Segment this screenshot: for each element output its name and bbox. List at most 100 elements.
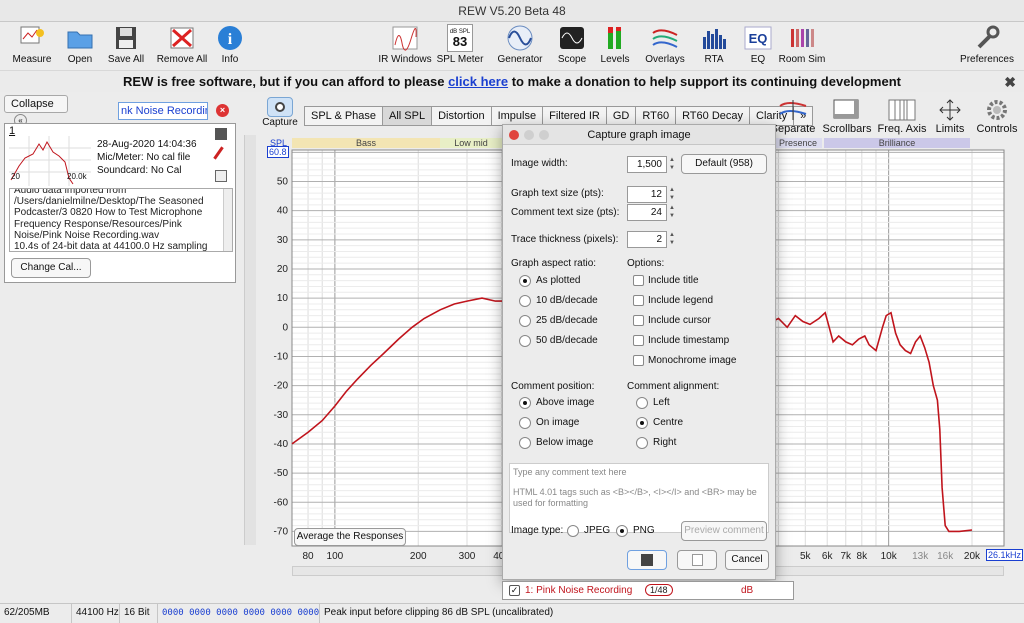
align-right-radio[interactable] — [636, 437, 648, 449]
room-sim-button[interactable]: Room Sim — [770, 22, 834, 68]
tab-distortion[interactable]: Distortion — [431, 106, 491, 126]
include-title-checkbox[interactable] — [633, 275, 644, 286]
tab-rt60[interactable]: RT60 — [635, 106, 676, 126]
dialog-zoom-icon[interactable] — [539, 130, 549, 140]
average-responses-button[interactable]: Average the Responses — [294, 528, 406, 546]
dialog-close-icon[interactable] — [509, 130, 519, 140]
align-centre-radio[interactable] — [636, 417, 648, 429]
align-left-radio[interactable] — [636, 397, 648, 409]
trace-thickness-field[interactable]: 2 — [627, 231, 667, 248]
measurement-name-field[interactable]: nk Noise Recording — [118, 102, 208, 120]
tab-spl-phase[interactable]: SPL & Phase — [304, 106, 383, 126]
remove-icon — [167, 24, 197, 52]
include-legend-checkbox[interactable] — [633, 295, 644, 306]
dialog-minimize-icon[interactable] — [524, 130, 534, 140]
scrollbars-button[interactable]: Scrollbars — [820, 97, 874, 135]
note-line: Frequency Response/Resources/Pink — [14, 218, 182, 230]
include-timestamp-checkbox[interactable] — [633, 335, 644, 346]
info-button[interactable]: i Info — [198, 22, 262, 68]
aspect-option-label: 10 dB/decade — [536, 295, 598, 306]
comment-text-size-field[interactable]: 24 — [627, 204, 667, 221]
tab-impulse[interactable]: Impulse — [490, 106, 543, 126]
remove-measurement-icon[interactable]: × — [216, 104, 229, 117]
save-image-button[interactable] — [627, 550, 667, 570]
comment-below-radio[interactable] — [519, 437, 531, 449]
x-tick-label: 13k — [912, 551, 929, 562]
gear-icon — [974, 97, 1020, 123]
selector-value[interactable]: 1/48 — [645, 584, 673, 596]
spl-meter-button[interactable]: dB SPL 83 SPL Meter — [428, 22, 492, 68]
graph-text-size-stepper[interactable]: ▲ ▼ — [668, 186, 676, 203]
chart-cal-icon[interactable] — [215, 128, 227, 140]
change-cal-button[interactable]: Change Cal... — [11, 258, 91, 278]
graph-text-size-label: Graph text size (pts): — [511, 188, 604, 199]
dialog-title-bar: Capture graph image — [503, 125, 775, 145]
x-tick-label: 16k — [937, 551, 954, 562]
include-cursor-checkbox[interactable] — [633, 315, 644, 326]
default-width-button[interactable]: Default (958) — [681, 154, 767, 174]
svg-text:i: i — [228, 31, 233, 48]
preview-comment-button[interactable]: Preview comment — [681, 521, 767, 541]
comment-on-radio[interactable] — [519, 417, 531, 429]
notes-icon[interactable] — [215, 170, 227, 182]
image-width-field[interactable]: 1,500 — [627, 156, 667, 173]
soundcard-text: Soundcard: No Cal — [97, 165, 182, 176]
tab-gd[interactable]: GD — [605, 106, 636, 126]
x-tick-label: 5k — [800, 551, 812, 562]
options-heading: Options: — [627, 258, 665, 269]
measurement-card[interactable]: 1 20 20.0k 28-Aug-2020 14:04:36 Mic/Mete… — [4, 123, 236, 283]
info-icon: i — [215, 24, 245, 52]
x-tick-label: 8k — [857, 551, 869, 562]
aspect-50db-radio[interactable] — [519, 335, 531, 347]
close-icon[interactable]: ✖ — [1004, 71, 1016, 93]
y-tick-label: 20 — [277, 264, 289, 275]
measurement-selector[interactable]: ✓ 1: Pink Noise Recording 1/48 dB — [502, 581, 794, 600]
tab-all-spl[interactable]: All SPL — [382, 106, 432, 126]
x-tick-label: 7k — [840, 551, 852, 562]
x-tick-label: 80 — [302, 551, 314, 562]
save-all-button[interactable]: Save All — [94, 22, 158, 68]
copy-image-button[interactable] — [677, 550, 717, 570]
png-radio[interactable] — [616, 525, 628, 537]
collapse-button[interactable]: Collapse « — [4, 95, 68, 127]
separate-button[interactable]: Separate — [770, 97, 816, 135]
tab-rt60-decay[interactable]: RT60 Decay — [675, 106, 749, 126]
tab-filtered-ir[interactable]: Filtered IR — [542, 106, 606, 126]
preferences-button[interactable]: Preferences — [954, 22, 1020, 68]
arrows-icon — [930, 97, 970, 123]
aspect-as-plotted-radio[interactable] — [519, 275, 531, 287]
aspect-25db-radio[interactable] — [519, 315, 531, 327]
image-width-stepper[interactable]: ▲ ▼ — [668, 156, 676, 173]
comment-above-radio[interactable] — [519, 397, 531, 409]
jpeg-radio[interactable] — [567, 525, 579, 537]
donate-link[interactable]: click here — [448, 74, 508, 89]
panel-scrollbar[interactable] — [244, 135, 256, 545]
selector-label: 1: Pink Noise Recording — [525, 585, 633, 596]
controls-button[interactable]: Controls — [974, 97, 1020, 135]
y-tick-label: -50 — [274, 468, 289, 479]
banner-text-after: to make a donation to help support its c… — [508, 74, 901, 89]
notes-scrollbar[interactable] — [223, 189, 232, 251]
comment-text-size-stepper[interactable]: ▲ ▼ — [668, 204, 676, 221]
trace-thickness-stepper[interactable]: ▲ ▼ — [668, 231, 676, 248]
pen-icon[interactable] — [213, 146, 224, 160]
graph-text-size-field[interactable]: 12 — [627, 186, 667, 203]
spl-meter-label: SPL Meter — [436, 54, 484, 65]
capture-label: Capture — [262, 117, 298, 128]
measurement-checkbox[interactable]: ✓ — [509, 585, 520, 596]
comment-position-label: On image — [536, 417, 580, 428]
image-width-label: Image width: — [511, 158, 568, 169]
capture-button[interactable]: Capture — [262, 97, 298, 128]
image-type-label: Image type: — [511, 525, 564, 536]
cancel-button[interactable]: Cancel — [725, 550, 769, 570]
notes-box[interactable]: Audio data imported from /Users/danielmi… — [9, 188, 233, 252]
aspect-10db-radio[interactable] — [519, 295, 531, 307]
limits-button[interactable]: Limits — [930, 97, 970, 135]
limits-label: Limits — [935, 123, 965, 135]
status-bar: 62/205MB 44100 Hz 16 Bit 0000 0000 0000 … — [0, 603, 1024, 623]
monochrome-checkbox[interactable] — [633, 355, 644, 366]
overlays-icon — [650, 24, 680, 52]
freq-axis-button[interactable]: Freq. Axis — [876, 97, 928, 135]
y-tick-label: -40 — [274, 439, 289, 450]
x-end-limit[interactable]: 26.1kHz — [986, 549, 1024, 561]
